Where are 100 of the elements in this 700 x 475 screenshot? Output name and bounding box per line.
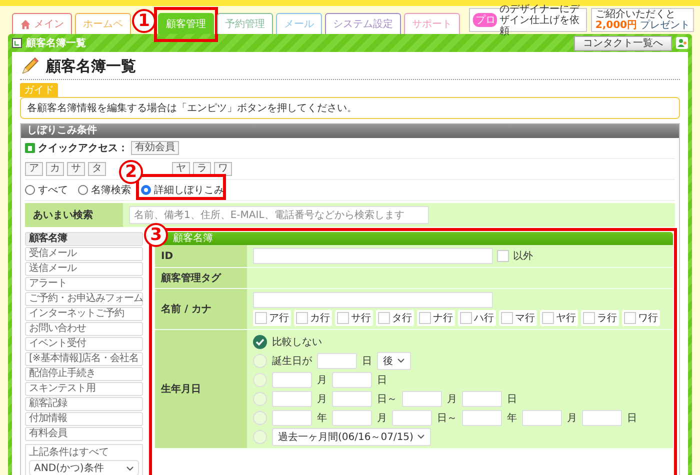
checkbox-label: カ行	[310, 312, 330, 325]
checkbox[interactable]	[337, 312, 349, 324]
checkbox[interactable]	[378, 312, 390, 324]
field-text: 月	[317, 392, 327, 406]
date-field[interactable]	[332, 410, 372, 426]
checkbox[interactable]	[583, 312, 595, 324]
date-field[interactable]	[272, 390, 312, 406]
condition-dropdown[interactable]: AND(かつ)条件	[29, 460, 139, 475]
kana-button[interactable]: カ	[46, 162, 64, 176]
date-field[interactable]	[522, 410, 562, 426]
date-field[interactable]	[332, 390, 372, 406]
home-icon	[20, 18, 31, 30]
dropdown[interactable]: 過去一ヶ月間(06/16～07/15)	[272, 428, 432, 446]
checkbox-label: ナ行	[433, 312, 453, 325]
caret-icon	[397, 358, 405, 363]
sidebar-item[interactable]: お問い合わせ	[25, 322, 143, 336]
sidebar-item[interactable]: スキンテスト用	[25, 382, 143, 396]
date-field[interactable]	[272, 410, 312, 426]
checkbox[interactable]	[501, 312, 513, 324]
kana-button[interactable]: タ	[88, 162, 106, 176]
field-text: 日	[627, 412, 637, 424]
sidebar-item[interactable]: [※基本情報]店名・会社名	[25, 352, 143, 366]
sidebar-item[interactable]: 送信メール	[25, 262, 143, 276]
kana-button[interactable]: ワ	[214, 162, 232, 176]
checkbox[interactable]	[296, 312, 308, 324]
date-field[interactable]	[582, 410, 622, 426]
radio-label: すべて	[38, 184, 68, 197]
checkbox[interactable]	[419, 312, 431, 324]
date-field[interactable]	[462, 410, 502, 426]
date-field[interactable]	[272, 372, 312, 388]
search-field[interactable]: 名前、備考1、住所、E-MAIL、電話番号などから検索します	[129, 206, 429, 224]
quick-access-button[interactable]: 有効会員	[131, 141, 179, 155]
radio-button[interactable]	[25, 185, 35, 195]
sidebar-item[interactable]: インターネットご予約	[25, 307, 143, 321]
banner-amount: 2,000円	[595, 20, 637, 31]
field-text: 日～	[437, 412, 457, 424]
caret-icon	[126, 466, 134, 470]
radio-button[interactable]	[141, 185, 151, 195]
sidebar-item[interactable]: イベント受付	[25, 337, 143, 351]
field-text: 月	[567, 412, 577, 424]
field-text: 年	[317, 412, 327, 424]
sidebar-item[interactable]: 顧客名簿	[25, 232, 143, 246]
radio-label: 名簿検索	[91, 184, 131, 197]
checkbox[interactable]	[460, 312, 472, 324]
field-label: 名前 / カナ	[155, 289, 247, 329]
callout-number: 1	[132, 9, 156, 33]
fuzzy-search-label: あいまい検索	[25, 203, 123, 227]
condition-label: 上記条件はすべて	[29, 447, 110, 459]
checkbox-label: ハ行	[474, 312, 494, 325]
checkbox-label: タ行	[392, 312, 412, 325]
frame-title: 顧客名簿一覧	[26, 36, 86, 50]
sidebar-item[interactable]: 配信停止手続き	[25, 367, 143, 381]
checkbox-label: 以外	[513, 250, 533, 263]
banner-badge: プロ	[473, 13, 498, 27]
checkbox-label: サ行	[351, 312, 371, 325]
date-field[interactable]	[402, 390, 442, 406]
sidebar-item[interactable]: ご予約・お申込みフォーム	[25, 292, 143, 306]
radio-label: 詳細しぼりこみ	[154, 184, 224, 197]
book-icon	[12, 38, 22, 48]
section-header: しぼりこみ条件	[21, 124, 679, 138]
nav-tab[interactable]: システム設定	[325, 13, 401, 34]
checkbox-label: ア行	[269, 312, 289, 325]
checkbox[interactable]	[255, 312, 267, 324]
field-text: 月	[317, 374, 327, 386]
pencil-icon	[20, 56, 40, 76]
guide-text: 各顧客名簿情報を編集する場合は「エンピツ」ボタンを押してください。	[27, 103, 357, 114]
kana-button[interactable]: ア	[25, 162, 43, 176]
dropdown[interactable]: 後	[377, 352, 411, 370]
name-field[interactable]	[253, 292, 493, 308]
sidebar-item[interactable]: 受信メール	[25, 247, 143, 261]
banner-caption: ご紹介いただくと	[595, 9, 676, 20]
banner-note: プレゼント	[640, 20, 690, 31]
field-text: 年	[507, 412, 517, 424]
checkbox[interactable]	[624, 312, 636, 324]
field-text: 月	[447, 392, 457, 406]
sidebar-item[interactable]: 付加情報	[25, 412, 143, 426]
guide-tag: ガイド	[20, 83, 58, 97]
field-text: 誕生日が	[272, 354, 312, 368]
checkbox[interactable]	[542, 312, 554, 324]
radio-button[interactable]	[253, 334, 267, 348]
referral-banner[interactable]: ご紹介いただくと 2,000円 プレゼント	[591, 8, 694, 32]
date-field[interactable]	[332, 372, 372, 388]
date-field[interactable]	[392, 410, 432, 426]
callout-number: 2	[119, 160, 143, 184]
quick-access-label: クイックアクセス：	[38, 142, 128, 155]
sidebar-item[interactable]: 顧客記録	[25, 397, 143, 411]
contact-list-button[interactable]: コンタクト一覧へ	[574, 36, 672, 50]
checkbox-label: マ行	[515, 312, 535, 325]
checkbox-label: ヤ行	[556, 312, 576, 325]
sidebar-item[interactable]: 有料会員	[25, 427, 143, 441]
date-field[interactable]	[317, 352, 357, 368]
checkbox[interactable]	[497, 250, 509, 262]
radio-button[interactable]	[78, 185, 88, 195]
caret-icon	[417, 434, 426, 439]
sidebar-item[interactable]: アラート	[25, 277, 143, 291]
kana-button[interactable]: サ	[67, 162, 85, 176]
checkbox-label: ラ行	[597, 312, 617, 325]
field-label: 顧客管理タグ	[155, 268, 247, 288]
id-field[interactable]	[253, 248, 493, 264]
date-field[interactable]	[462, 390, 502, 406]
